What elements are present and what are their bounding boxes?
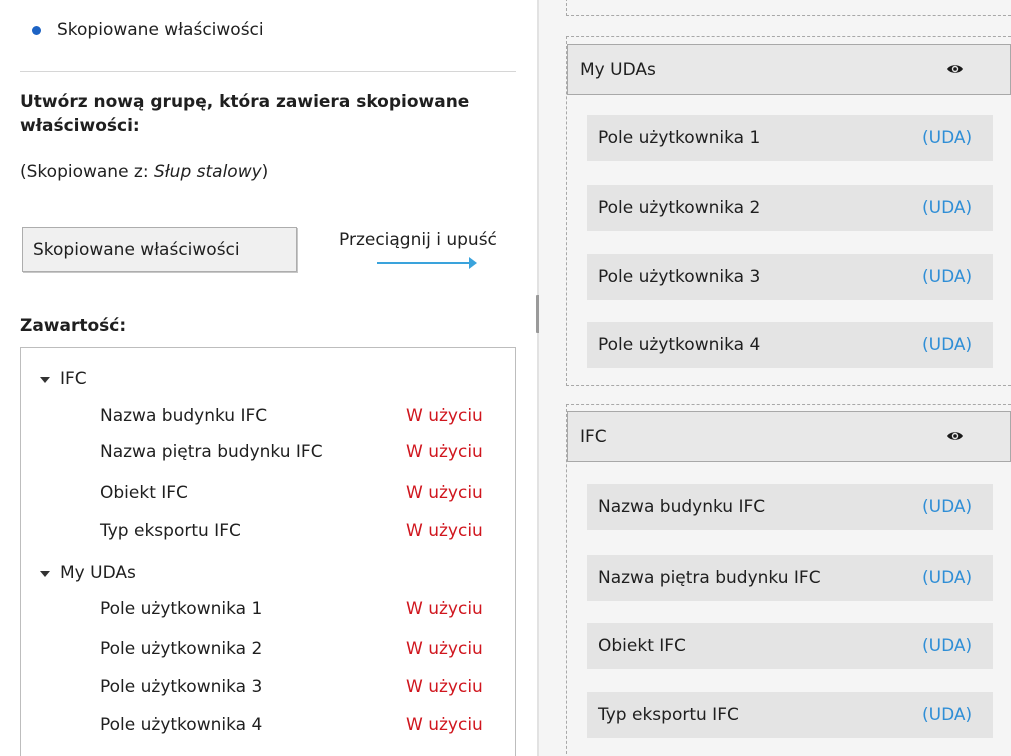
uda-tag: (UDA): [922, 568, 973, 588]
status-in-use: W użyciu: [406, 442, 483, 462]
drag-arrow-icon: [377, 262, 473, 264]
status-in-use: W użyciu: [406, 715, 483, 735]
field-label: Pole użytkownika 4: [598, 335, 761, 355]
tree-item-label: Pole użytkownika 2: [100, 639, 263, 659]
copied-from-prefix: (Skopiowane z:: [20, 162, 154, 182]
uda-tag: (UDA): [922, 636, 973, 656]
status-in-use: W użyciu: [406, 599, 483, 619]
tree-item-label: Pole użytkownika 3: [100, 677, 263, 697]
property-field[interactable]: Nazwa piętra budynku IFC (UDA): [587, 555, 993, 601]
status-in-use: W użyciu: [406, 483, 483, 503]
field-label: Obiekt IFC: [598, 636, 686, 656]
field-label: Pole użytkownika 1: [598, 128, 761, 148]
field-label: Nazwa budynku IFC: [598, 497, 766, 517]
collapse-caret-icon[interactable]: [40, 377, 50, 383]
copied-properties-radio[interactable]: Skopiowane właściwości: [32, 20, 264, 40]
tree-item-label: Obiekt IFC: [100, 483, 188, 503]
uda-tag: (UDA): [922, 497, 973, 517]
divider: [20, 71, 516, 72]
property-field[interactable]: Pole użytkownika 3 (UDA): [587, 254, 993, 300]
eye-icon[interactable]: [946, 63, 964, 75]
field-label: Typ eksportu IFC: [598, 705, 739, 725]
collapse-caret-icon[interactable]: [40, 571, 50, 577]
tree-group-ifc[interactable]: IFC: [40, 369, 87, 389]
section-header-ifc[interactable]: IFC: [567, 411, 1011, 462]
uda-tag: (UDA): [922, 198, 973, 218]
section-title: IFC: [580, 426, 607, 447]
copied-from-text: (Skopiowane z: Słup stalowy): [20, 162, 268, 182]
drag-arrow-head-icon: [469, 257, 477, 269]
copied-from-source: Słup stalowy: [154, 162, 262, 182]
content-label: Zawartość:: [20, 316, 127, 336]
radio-selected-icon[interactable]: [32, 25, 41, 35]
copied-from-suffix: ): [261, 162, 269, 182]
uda-tag: (UDA): [922, 267, 973, 287]
eye-icon[interactable]: [946, 430, 964, 442]
drop-zone-top: [566, 0, 1011, 16]
tree-item-label: Typ eksportu IFC: [100, 521, 241, 541]
copied-properties-group-button[interactable]: Skopiowane właściwości: [22, 227, 297, 272]
section-header-my-udas[interactable]: My UDAs: [567, 44, 1011, 95]
tree-item-label: Nazwa piętra budynku IFC: [100, 442, 323, 462]
property-field[interactable]: Typ eksportu IFC (UDA): [587, 692, 993, 738]
drag-drop-hint: Przeciągnij i upuść: [339, 230, 497, 250]
tree-item-label: Pole użytkownika 4: [100, 715, 263, 735]
status-in-use: W użyciu: [406, 677, 483, 697]
uda-tag: (UDA): [922, 705, 973, 725]
property-field[interactable]: Pole użytkownika 1 (UDA): [587, 115, 993, 161]
tree-group-label: IFC: [60, 369, 87, 389]
field-label: Pole użytkownika 3: [598, 267, 761, 287]
status-in-use: W użyciu: [406, 406, 483, 426]
property-field[interactable]: Pole użytkownika 2 (UDA): [587, 185, 993, 231]
tree-item-label: Pole użytkownika 1: [100, 599, 263, 619]
radio-label: Skopiowane właściwości: [57, 20, 264, 40]
tree-group-label: My UDAs: [60, 563, 136, 583]
status-in-use: W użyciu: [406, 521, 483, 541]
status-in-use: W użyciu: [406, 639, 483, 659]
property-field[interactable]: Pole użytkownika 4 (UDA): [587, 322, 993, 368]
property-field[interactable]: Obiekt IFC (UDA): [587, 623, 993, 669]
uda-tag: (UDA): [922, 128, 973, 148]
field-label: Pole użytkownika 2: [598, 198, 761, 218]
property-field[interactable]: Nazwa budynku IFC (UDA): [587, 484, 993, 530]
left-panel: Skopiowane właściwości Utwórz nową grupę…: [0, 0, 538, 756]
tree-group-my-udas[interactable]: My UDAs: [40, 563, 136, 583]
section-title: My UDAs: [580, 59, 656, 80]
create-group-heading: Utwórz nową grupę, która zawiera skopiow…: [20, 92, 470, 136]
field-label: Nazwa piętra budynku IFC: [598, 568, 821, 588]
uda-tag: (UDA): [922, 335, 973, 355]
tree-item-label: Nazwa budynku IFC: [100, 406, 268, 426]
